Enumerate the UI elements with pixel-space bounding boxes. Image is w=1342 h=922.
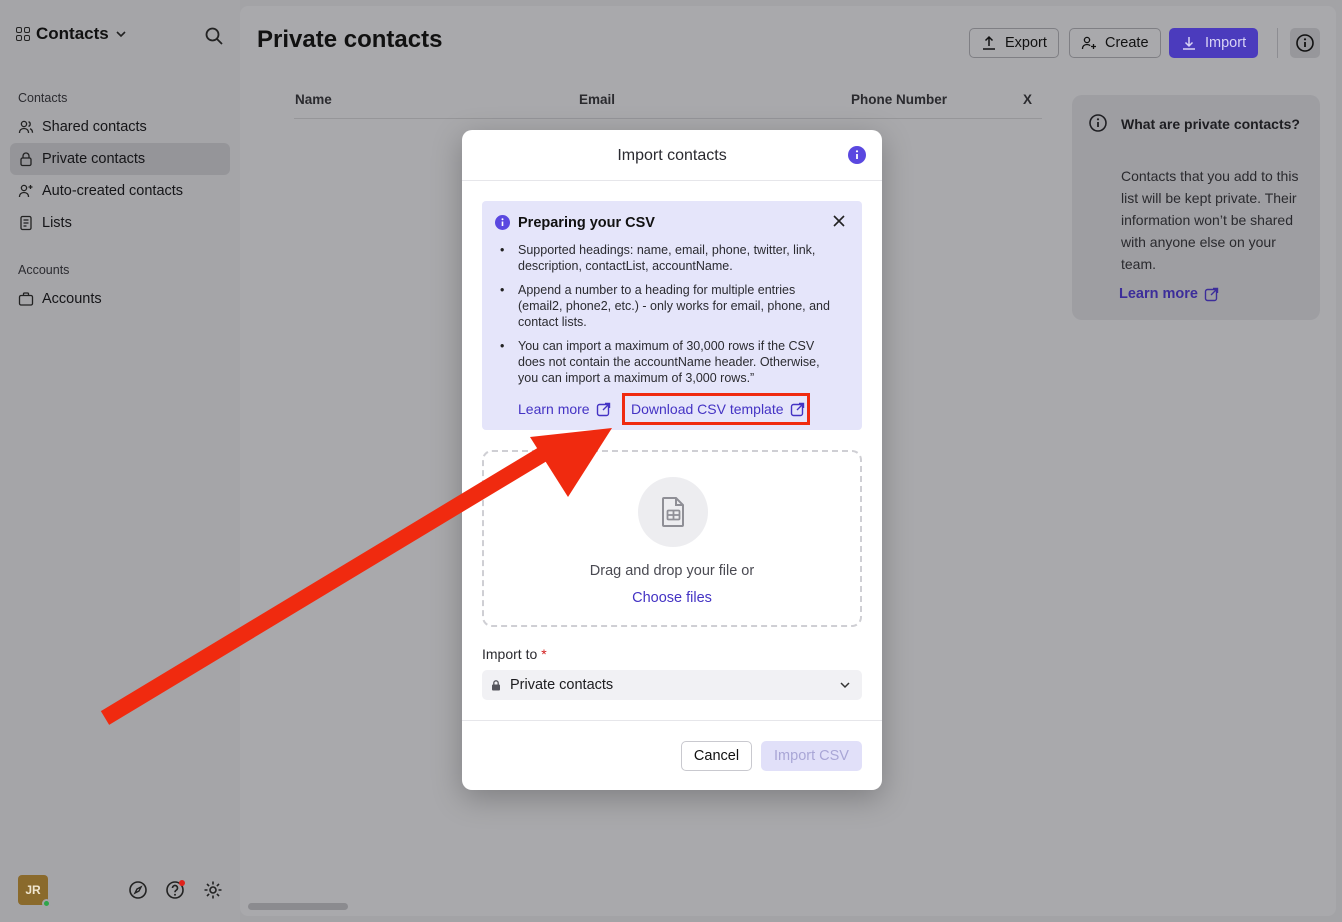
sidebar-item-label: Shared contacts [42,119,147,135]
help-icon[interactable] [164,879,186,901]
csv-box-heading: Preparing your CSV [518,215,655,231]
compass-icon[interactable] [127,879,149,901]
create-label: Create [1105,35,1149,51]
section-title-accounts: Accounts [18,263,70,277]
info-icon [495,215,510,230]
export-label: Export [1005,35,1047,51]
sidebar-item-auto-created-contacts[interactable]: Auto-created contacts [10,175,230,207]
external-link-icon [596,402,610,416]
sidebar-item-label: Private contacts [42,151,146,167]
horizontal-scrollbar[interactable] [248,903,348,910]
info-card-text: Contacts that you add to this list will … [1121,168,1299,272]
users-icon [18,120,34,134]
avatar[interactable]: JR [18,875,51,908]
import-label: Import [1205,35,1247,51]
file-icon-circle [638,477,708,547]
modal-title: Import contacts [617,147,727,164]
modal-footer-divider [462,720,882,721]
grid-icon [16,27,30,41]
online-status-dot [42,899,51,908]
gear-icon[interactable] [202,879,224,901]
list-item: You can import a maximum of 30,000 rows … [500,338,838,386]
cancel-button[interactable]: Cancel [681,741,752,771]
column-header-name[interactable]: Name [295,92,332,107]
import-to-value: Private contacts [510,677,614,693]
annotation-highlight-box [622,393,810,425]
import-to-select[interactable]: Private contacts [482,670,862,700]
table-header-divider [294,118,1042,119]
section-title-contacts: Contacts [18,91,68,105]
external-link-icon [1204,287,1219,301]
choose-files-link[interactable]: Choose files [484,590,860,606]
required-marker: * [541,646,547,662]
add-user-icon [1081,36,1096,50]
create-button[interactable]: Create [1069,28,1161,58]
import-to-text: Import to [482,646,538,662]
info-icon [1089,114,1107,132]
list-item: Append a number to a heading for multipl… [500,282,838,330]
import-contacts-modal: Import contacts Preparing your CSV Suppo… [462,130,882,790]
chevron-down-icon [840,682,850,689]
file-drop-zone[interactable]: Drag and drop your file or Choose files [482,450,862,627]
private-contacts-info-card: What are private contacts? Contacts that… [1072,95,1320,320]
modal-header-divider [462,180,882,181]
info-button[interactable] [1290,28,1320,58]
avatar-initials: JR [25,883,41,897]
info-card-question: What are private contacts? [1121,116,1300,132]
sidebar-item-label: Accounts [42,291,102,307]
close-icon[interactable] [832,214,846,228]
upload-icon [983,35,995,50]
sidebar-item-label: Auto-created contacts [42,183,184,199]
chevron-down-icon [116,31,126,38]
app-name: Contacts [36,24,109,43]
info-icon [1296,34,1314,52]
list-item: Supported headings: name, email, phone, … [500,242,838,274]
sidebar-item-label: Lists [42,215,72,231]
search-icon[interactable] [204,26,224,46]
column-header-phone[interactable]: Phone Number [851,92,947,107]
drop-zone-text: Drag and drop your file or [589,563,755,579]
export-button[interactable]: Export [969,28,1059,58]
import-button[interactable]: Import [1169,28,1259,58]
sidebar-item-private-contacts[interactable]: Private contacts [10,143,230,175]
learn-more-label: Learn more [1119,286,1198,302]
user-sparkle-icon [18,184,33,198]
info-card-learn-more-link[interactable]: Learn more [1119,286,1219,302]
import-to-label: Import to * [482,646,547,662]
list-icon [20,215,32,231]
sidebar-item-shared-contacts[interactable]: Shared contacts [10,111,230,143]
divider [1277,28,1278,58]
learn-more-label: Learn more [518,401,590,417]
sidebar-item-accounts[interactable]: Accounts [10,283,230,315]
csv-guidelines-list: Supported headings: name, email, phone, … [500,242,838,394]
lock-icon [492,679,500,690]
column-header-x[interactable]: X [1023,92,1032,107]
import-csv-button[interactable]: Import CSV [761,741,862,771]
app-switcher[interactable]: Contacts [16,24,127,44]
briefcase-icon [18,292,34,306]
spreadsheet-file-icon [662,497,684,527]
sidebar-item-lists[interactable]: Lists [10,207,230,239]
info-icon[interactable] [848,146,866,164]
page-title: Private contacts [257,26,443,53]
column-header-email[interactable]: Email [579,92,615,107]
lock-icon [20,152,32,167]
sidebar: Contacts Contacts Shared contacts Privat… [0,0,240,922]
download-icon [1183,37,1195,50]
csv-learn-more-link[interactable]: Learn more [518,401,611,417]
user-area: JR [18,875,51,908]
